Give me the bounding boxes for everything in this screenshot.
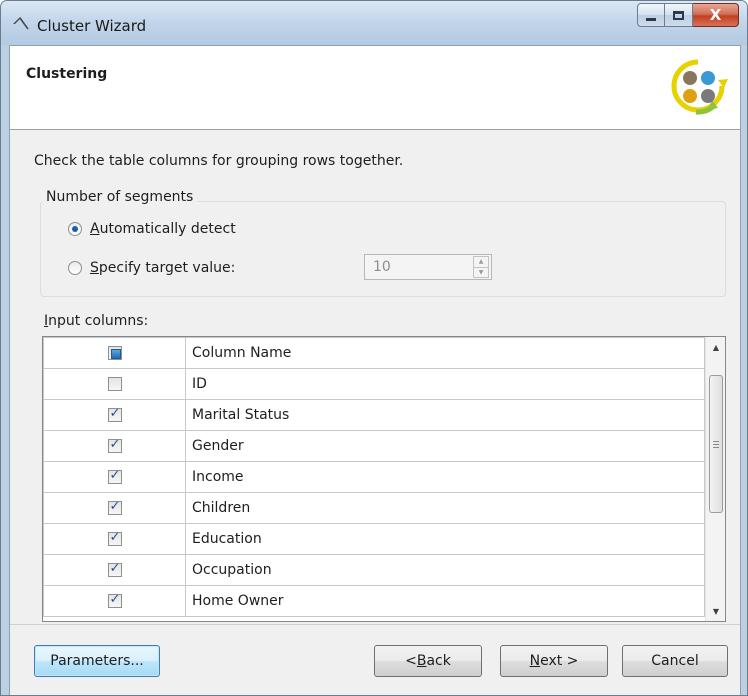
- target-value-stepper[interactable]: 10 ▲ ▼: [364, 254, 492, 280]
- row-checkbox-cell[interactable]: [43, 523, 186, 555]
- row-checkbox-cell[interactable]: [43, 492, 186, 524]
- table-row[interactable]: ID: [43, 368, 705, 400]
- column-name-cell[interactable]: Children: [185, 492, 705, 524]
- table-body: IDMarital StatusGenderIncomeChildrenEduc…: [43, 368, 705, 617]
- row-checkbox[interactable]: [107, 377, 122, 391]
- dialog-client: Clustering Check the table columns for g…: [9, 45, 741, 695]
- row-checkbox[interactable]: [107, 592, 122, 608]
- wizard-app-icon: [13, 17, 29, 30]
- select-all-checkbox[interactable]: [107, 346, 122, 360]
- specify-target-option[interactable]: Specify target value:: [68, 260, 235, 276]
- row-checkbox-cell[interactable]: [43, 399, 186, 431]
- window-title: Cluster Wizard: [37, 17, 147, 35]
- target-value-field[interactable]: 10: [365, 259, 473, 275]
- auto-detect-radio[interactable]: [68, 222, 82, 236]
- row-checkbox-cell[interactable]: [43, 554, 186, 586]
- row-checkbox[interactable]: [107, 468, 122, 484]
- select-all-cell[interactable]: [43, 337, 186, 369]
- column-name-cell[interactable]: Marital Status: [185, 399, 705, 431]
- window-controls: X: [637, 3, 739, 27]
- wizard-window: Cluster Wizard X Clustering Check the ta…: [0, 0, 748, 696]
- table-row[interactable]: Marital Status: [43, 399, 705, 431]
- table-row[interactable]: Home Owner: [43, 585, 705, 617]
- stepper-down-icon[interactable]: ▼: [474, 268, 488, 278]
- specify-target-label[interactable]: Specify target value:: [90, 260, 235, 276]
- clustering-icon: [671, 59, 728, 115]
- column-name-cell[interactable]: Income: [185, 461, 705, 493]
- wizard-footer: Parameters... < Back Next > Cancel: [10, 624, 740, 695]
- auto-detect-option[interactable]: Automatically detect: [68, 221, 236, 237]
- table-header-row: Column Name: [43, 337, 705, 369]
- next-button[interactable]: Next >: [500, 645, 608, 677]
- table-row[interactable]: Education: [43, 523, 705, 555]
- column-name-cell[interactable]: Home Owner: [185, 585, 705, 617]
- auto-detect-label[interactable]: Automatically detect: [90, 221, 236, 237]
- row-checkbox-cell[interactable]: [43, 430, 186, 462]
- parameters-button[interactable]: Parameters...: [34, 645, 160, 677]
- scroll-down-icon[interactable]: ▼: [706, 601, 725, 621]
- row-checkbox-cell[interactable]: [43, 585, 186, 617]
- column-name-header[interactable]: Column Name: [185, 337, 705, 369]
- cancel-button[interactable]: Cancel: [622, 645, 728, 677]
- column-name-cell[interactable]: Gender: [185, 430, 705, 462]
- column-name-cell[interactable]: ID: [185, 368, 705, 400]
- table-row[interactable]: Children: [43, 492, 705, 524]
- stepper-up-icon[interactable]: ▲: [474, 257, 488, 268]
- scroll-thumb[interactable]: [709, 375, 723, 513]
- back-button[interactable]: < Back: [374, 645, 482, 677]
- grip-icon: [713, 440, 719, 448]
- row-checkbox-cell[interactable]: [43, 461, 186, 493]
- maximize-icon: [673, 10, 684, 20]
- row-checkbox[interactable]: [107, 499, 122, 515]
- minimize-button[interactable]: [637, 3, 665, 27]
- column-name-cell[interactable]: Occupation: [185, 554, 705, 586]
- wizard-header: Clustering: [10, 46, 740, 130]
- row-checkbox-cell[interactable]: [43, 368, 186, 400]
- table-row[interactable]: Income: [43, 461, 705, 493]
- title-bar[interactable]: Cluster Wizard X: [1, 1, 747, 45]
- column-name-cell[interactable]: Education: [185, 523, 705, 555]
- instruction-text: Check the table columns for grouping row…: [34, 153, 404, 169]
- maximize-button[interactable]: [665, 3, 693, 27]
- segments-groupbox: [40, 201, 726, 297]
- input-columns-grid[interactable]: Column Name IDMarital StatusGenderIncome…: [42, 336, 726, 622]
- columns-table: Column Name IDMarital StatusGenderIncome…: [43, 337, 705, 617]
- table-row[interactable]: Gender: [43, 430, 705, 462]
- row-checkbox[interactable]: [107, 406, 122, 422]
- page-title: Clustering: [26, 66, 108, 82]
- row-checkbox[interactable]: [107, 530, 122, 546]
- minimize-icon: [646, 17, 656, 21]
- close-icon: X: [709, 6, 722, 24]
- vertical-scrollbar[interactable]: ▲ ▼: [705, 337, 725, 621]
- close-button[interactable]: X: [693, 3, 739, 27]
- stepper-buttons: ▲ ▼: [473, 256, 489, 278]
- segments-legend: Number of segments: [42, 189, 198, 205]
- row-checkbox[interactable]: [107, 437, 122, 453]
- specify-target-radio[interactable]: [68, 261, 82, 275]
- table-row[interactable]: Occupation: [43, 554, 705, 586]
- input-columns-label: Input columns:: [44, 313, 149, 329]
- row-checkbox[interactable]: [107, 561, 122, 577]
- scroll-up-icon[interactable]: ▲: [706, 337, 725, 357]
